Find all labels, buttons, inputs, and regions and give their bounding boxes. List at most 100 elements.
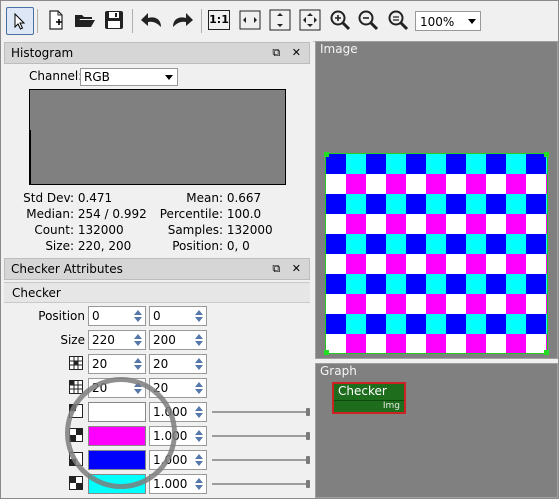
- checker-cell: [326, 254, 346, 274]
- checker-cell: [526, 254, 546, 274]
- position-x-spinbox[interactable]: 0: [88, 306, 146, 326]
- cells-a-x-spinbox[interactable]: 20: [88, 354, 146, 374]
- checker-cell: [506, 234, 526, 254]
- dock-float-close-icons[interactable]: ⧉ ✕: [272, 43, 305, 63]
- color-swatch-4[interactable]: [88, 474, 146, 494]
- checker-cell: [386, 274, 406, 294]
- color-3-slider[interactable]: [212, 456, 310, 464]
- fit-height-button[interactable]: [267, 7, 293, 33]
- image-pane[interactable]: Image: [315, 41, 558, 359]
- checker-cell: [446, 274, 466, 294]
- checker-cell: [366, 174, 386, 194]
- undo-button[interactable]: [139, 7, 165, 33]
- checker-cell: [406, 194, 426, 214]
- save-button[interactable]: [102, 7, 126, 33]
- checker-cell: [386, 254, 406, 274]
- checker-image[interactable]: [325, 153, 548, 354]
- position-y-spinbox[interactable]: 0: [149, 306, 207, 326]
- checker-cell: [366, 234, 386, 254]
- slider-handle[interactable]: [306, 408, 310, 416]
- fit-all-button[interactable]: [297, 7, 323, 33]
- spin-arrows-icon[interactable]: [193, 452, 205, 468]
- fit-width-button[interactable]: [237, 7, 263, 33]
- cells-b-x-spinbox[interactable]: 20: [88, 378, 146, 398]
- new-file-icon: [49, 10, 63, 30]
- color-1-slider[interactable]: [212, 408, 310, 416]
- color-4-value-spinbox[interactable]: 1.000: [149, 474, 207, 494]
- checker-cell: [326, 194, 346, 214]
- checker-node[interactable]: Checker Img: [332, 382, 406, 414]
- color-4-slider[interactable]: [212, 480, 310, 488]
- zoom-select[interactable]: 100%: [415, 11, 481, 31]
- grid-offset-icon: [69, 380, 83, 394]
- spin-arrows-icon[interactable]: [132, 380, 144, 396]
- open-button[interactable]: [72, 7, 98, 33]
- color-3-value-spinbox[interactable]: 1.000: [149, 450, 207, 470]
- checker-cell: [486, 234, 506, 254]
- spin-arrows-icon[interactable]: [193, 380, 205, 396]
- node-output-port[interactable]: Img: [383, 401, 400, 411]
- checker-cell: [386, 234, 406, 254]
- checker-cell: [446, 194, 466, 214]
- color-swatch-1[interactable]: [88, 402, 146, 422]
- checker-cell: [326, 154, 346, 174]
- checker-cell: [546, 254, 547, 274]
- checker-cell: [426, 314, 446, 334]
- zoom-1-1-button[interactable]: 1:1: [207, 7, 231, 33]
- resize-handle-top-right[interactable]: [544, 152, 549, 157]
- spin-arrows-icon[interactable]: [193, 404, 205, 420]
- color-2-value-spinbox[interactable]: 1.000: [149, 426, 207, 446]
- zoom-reset-button[interactable]: [385, 7, 411, 33]
- size-h-spinbox[interactable]: 200: [149, 330, 207, 350]
- slider-handle[interactable]: [306, 456, 310, 464]
- spin-arrows-icon[interactable]: [193, 476, 205, 492]
- slider-handle[interactable]: [306, 480, 310, 488]
- channel-select[interactable]: RGB: [80, 68, 178, 86]
- checker-cell: [526, 194, 546, 214]
- checker-cell: [346, 294, 366, 314]
- zoom-in-button[interactable]: [327, 7, 353, 33]
- spin-arrows-icon[interactable]: [193, 356, 205, 372]
- color-1-value-spinbox[interactable]: 1.000: [149, 402, 207, 422]
- select-tool-button[interactable]: [6, 7, 34, 35]
- checker-cell: [366, 154, 386, 174]
- checker-cell: [506, 334, 526, 353]
- color-swatch-2[interactable]: [88, 426, 146, 446]
- checker-cell: [446, 314, 466, 334]
- grid-cells-icon: [69, 356, 83, 370]
- spin-arrows-icon[interactable]: [132, 332, 144, 348]
- stat-samples: Samples: 132000: [167, 223, 273, 237]
- checker-cell: [526, 314, 546, 334]
- checker-cell: [486, 174, 506, 194]
- size-w-spinbox[interactable]: 220: [88, 330, 146, 350]
- spin-arrows-icon[interactable]: [193, 428, 205, 444]
- checker-cell: [546, 274, 547, 294]
- color-swatch-3[interactable]: [88, 450, 146, 470]
- checker-cell: [446, 154, 466, 174]
- toolbar: 1:1 100%: [1, 1, 558, 42]
- spin-arrows-icon[interactable]: [132, 308, 144, 324]
- zoom-out-button[interactable]: [355, 7, 381, 33]
- cells-a-y-spinbox[interactable]: 20: [149, 354, 207, 374]
- checker-cell: [526, 234, 546, 254]
- checker-cell: [326, 174, 346, 194]
- cells-b-y-spinbox[interactable]: 20: [149, 378, 207, 398]
- checker-cell: [386, 294, 406, 314]
- checker-cell: [346, 274, 366, 294]
- redo-button[interactable]: [169, 7, 195, 33]
- new-node-button[interactable]: [44, 7, 68, 33]
- toolbar-separator: [37, 9, 38, 33]
- histogram-bar: [30, 130, 31, 184]
- spin-arrows-icon[interactable]: [193, 308, 205, 324]
- dock-float-close-icons[interactable]: ⧉ ✕: [272, 259, 305, 279]
- resize-handle-bottom-left[interactable]: [324, 350, 329, 355]
- checker-cell: [446, 254, 466, 274]
- spin-arrows-icon[interactable]: [132, 356, 144, 372]
- graph-pane[interactable]: Graph Checker Img: [315, 363, 558, 498]
- slider-handle[interactable]: [306, 432, 310, 440]
- resize-handle-bottom-right[interactable]: [544, 350, 549, 355]
- spin-arrows-icon[interactable]: [193, 332, 205, 348]
- color-2-slider[interactable]: [212, 432, 310, 440]
- checker-cell: [326, 294, 346, 314]
- resize-handle-top-left[interactable]: [324, 152, 329, 157]
